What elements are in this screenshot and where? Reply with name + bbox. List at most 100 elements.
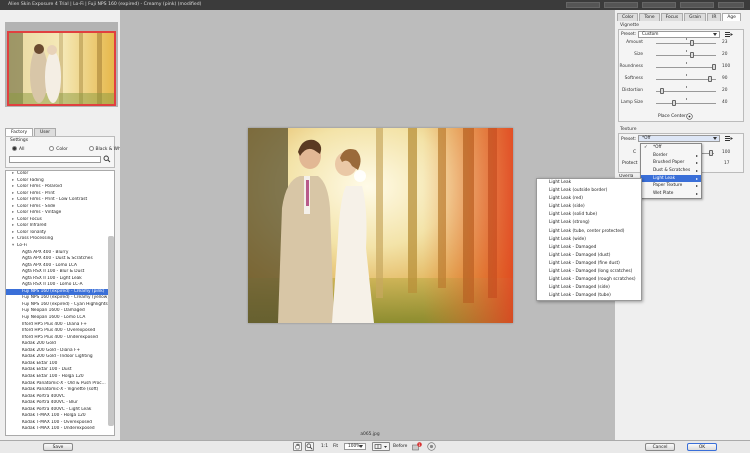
- zoom-1to1-button[interactable]: 1:1: [321, 444, 328, 449]
- radio-all[interactable]: [12, 146, 17, 151]
- menu-item-label: *Off: [653, 145, 662, 150]
- submenu-item[interactable]: Light Leak - Damaged (rough scratches): [537, 276, 641, 284]
- menu-item[interactable]: Paper Texture ▸: [641, 182, 701, 190]
- radio-color[interactable]: [49, 146, 55, 151]
- submenu-item[interactable]: Light Leak (outside border): [537, 187, 641, 195]
- slider-default-tick: [686, 86, 687, 88]
- submenu-item[interactable]: Light Leak - Damaged: [537, 244, 641, 252]
- submenu-item[interactable]: Light Leak (side): [537, 203, 641, 211]
- tab-tone[interactable]: Tone: [639, 13, 660, 21]
- slider-knob[interactable]: [712, 64, 717, 70]
- tab-ir[interactable]: IR: [707, 13, 722, 21]
- submenu-item[interactable]: Light Leak - Damaged (long scratches): [537, 268, 641, 276]
- tab-color[interactable]: Color: [617, 13, 639, 21]
- slider-track[interactable]: [656, 43, 716, 44]
- radio-bw[interactable]: [88, 146, 94, 151]
- ok-button[interactable]: OK: [687, 443, 717, 451]
- window-button[interactable]: [604, 2, 638, 8]
- texture-preset-dropdown[interactable]: *Off: [638, 135, 720, 142]
- preset-menu-icon[interactable]: [725, 135, 733, 144]
- window-button[interactable]: [718, 2, 744, 8]
- preset-category-label: Color Films - Print: [17, 190, 55, 196]
- tab-focus[interactable]: Focus: [660, 13, 684, 21]
- menu-item-label: Border: [653, 152, 668, 158]
- submenu-item[interactable]: Light Leak - Damaged (fine dust): [537, 260, 641, 268]
- tab-user[interactable]: User: [34, 128, 57, 136]
- slider-track[interactable]: [656, 67, 716, 68]
- hand-tool-icon[interactable]: [293, 442, 302, 451]
- menu-item[interactable]: Wet Plate ▸: [641, 190, 701, 198]
- vignette-preset-label: Preset:: [621, 32, 637, 37]
- place-center-icon[interactable]: [686, 113, 693, 122]
- texture-slider-knob[interactable]: [709, 150, 713, 156]
- tab-age[interactable]: Age: [722, 13, 741, 21]
- slider-knob[interactable]: [690, 40, 694, 46]
- history-icon[interactable]: [412, 442, 422, 453]
- preset-category-label: Color Infrared: [17, 223, 47, 229]
- title-bar: Alien Skin Exposure 4 Trial | Lo-Fi | Fu…: [0, 0, 750, 10]
- preset-category-label: Color Fading: [17, 177, 44, 183]
- slider-knob[interactable]: [708, 76, 712, 82]
- texture-value: 100: [722, 150, 731, 155]
- preset-list-scrollbar[interactable]: [108, 236, 114, 426]
- zoom-select[interactable]: 100%: [344, 443, 366, 450]
- preset-item[interactable]: Fuji NPS 160 (expired) - Creamy (yellow): [6, 295, 114, 302]
- submenu-arrow-icon: ▸: [695, 152, 698, 158]
- submenu-item[interactable]: Light Leak (wide): [537, 236, 641, 244]
- preset-item[interactable]: Kodak T-MAX 100 - Underexposed: [6, 426, 114, 433]
- zoom-fit-button[interactable]: Fit: [333, 444, 338, 449]
- submenu-item[interactable]: Light Leak - Damaged (dust): [537, 252, 641, 260]
- vignette-preset-dropdown[interactable]: Custom: [638, 31, 720, 38]
- submenu-arrow-icon: ▸: [695, 191, 698, 197]
- slider-knob[interactable]: [690, 52, 694, 58]
- preset-category-label: Color Films - Polaroid: [17, 184, 62, 190]
- preview-photo[interactable]: [248, 128, 513, 323]
- submenu-item[interactable]: Light Leak (strong): [537, 219, 641, 227]
- menu-item-label: Brushed Paper: [653, 160, 685, 166]
- menu-item[interactable]: Dust & Scratches ▸: [641, 167, 701, 175]
- menu-item[interactable]: Brushed Paper ▸: [641, 159, 701, 167]
- slider-track[interactable]: [656, 103, 716, 104]
- notification-badge: 1: [418, 442, 421, 447]
- preset-category-label: Color Films - Vintage: [17, 210, 62, 216]
- navigator-thumbnail[interactable]: [7, 31, 116, 106]
- light-leak-submenu: Light Leak Light Leak (outside border) Lig…: [536, 178, 642, 302]
- window-button[interactable]: [642, 2, 676, 8]
- slider-track[interactable]: [656, 79, 716, 80]
- texture-preset-label: Preset:: [621, 137, 637, 142]
- slider-label: Roundness: [619, 64, 643, 69]
- slider-label: Distortion: [621, 88, 643, 93]
- help-icon[interactable]: [427, 442, 436, 453]
- slider-knob[interactable]: [672, 100, 676, 106]
- slider-track[interactable]: [656, 91, 716, 92]
- photo-image: [248, 128, 513, 323]
- split-view-icon[interactable]: [372, 442, 390, 451]
- menu-item[interactable]: ✓ *Off: [641, 144, 701, 152]
- preset-search-input[interactable]: [9, 156, 101, 163]
- submenu-item[interactable]: Light Leak (tube, center protected): [537, 228, 641, 236]
- tab-grain[interactable]: Grain: [684, 13, 707, 21]
- submenu-item[interactable]: Light Leak - Damaged (tube): [537, 292, 641, 300]
- slider-track[interactable]: [656, 55, 716, 56]
- search-icon[interactable]: [103, 155, 111, 165]
- texture-value: 17: [724, 161, 730, 166]
- submenu-item[interactable]: Light Leak - Damaged (side): [537, 284, 641, 292]
- before-label: Before: [393, 444, 408, 449]
- preset-menu-icon[interactable]: [725, 31, 733, 40]
- window-button[interactable]: [566, 2, 600, 8]
- save-button[interactable]: Save: [43, 443, 73, 451]
- menu-item[interactable]: Light Leak ▸: [641, 174, 701, 183]
- preset-category-label: Lo-Fi: [17, 243, 27, 249]
- submenu-item[interactable]: Light Leak (solid tube): [537, 211, 641, 219]
- submenu-item[interactable]: Light Leak: [537, 179, 641, 187]
- cancel-button[interactable]: Cancel: [645, 443, 675, 451]
- menu-item[interactable]: Border ▸: [641, 152, 701, 160]
- preset-item[interactable]: Kodak Panatomic-X - Vignette (soft): [6, 387, 114, 394]
- tab-factory[interactable]: Factory: [5, 128, 34, 136]
- window-button[interactable]: [680, 2, 714, 8]
- slider-knob[interactable]: [660, 88, 664, 94]
- radio-all-label: All: [19, 147, 25, 152]
- submenu-item[interactable]: Light Leak (red): [537, 195, 641, 203]
- zoom-tool-icon[interactable]: [305, 442, 314, 451]
- texture-preset-menu: ✓ *Off Border ▸ Brushed Paper ▸ Dust & Scratch…: [640, 143, 702, 199]
